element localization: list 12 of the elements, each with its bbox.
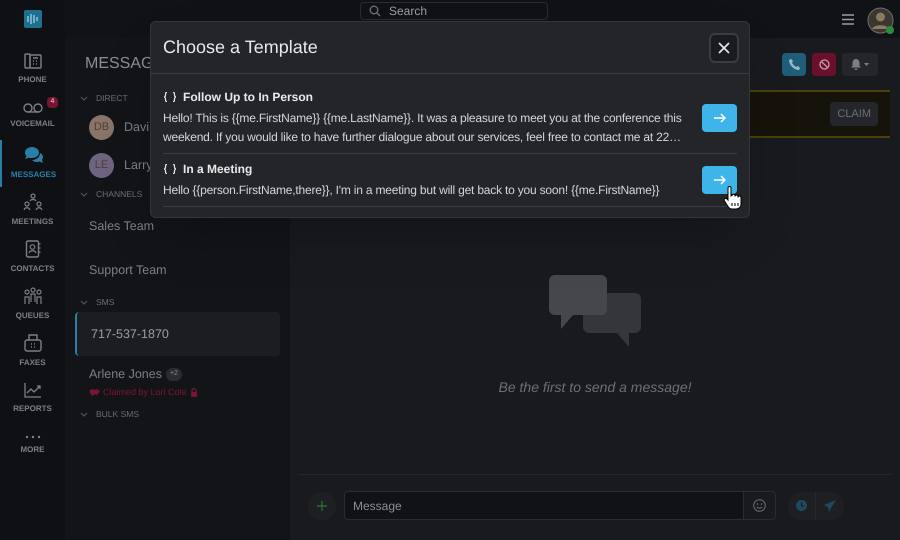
avatar: LE [89, 152, 114, 178]
template-name: In a Meeting [183, 161, 252, 178]
claim-note: Claimed by Lori Cole [103, 386, 187, 399]
avatar: DB [89, 114, 114, 140]
template-text: Hello! This is {{me.FirstName}} {{me.LastName}}. It was a pleasure to meet you at the conference this weekend. If you would like to have further dialogue about our services, feel free to contact me at 22… [163, 110, 683, 146]
empty-state-text: Be the first to send a message! [498, 378, 692, 397]
contact-name: Davi [124, 118, 150, 136]
template-text: Hello {{person.FirstName,there}}, I'm in a meeting but will get back to you soon! {{me.FirstName}} [163, 182, 660, 199]
contact-name: Arlene Jones [89, 366, 162, 383]
list-title: MESSAG [85, 54, 154, 74]
dialog-title: Choose a Template [163, 36, 318, 59]
template-name: Follow Up to In Person [183, 89, 313, 106]
